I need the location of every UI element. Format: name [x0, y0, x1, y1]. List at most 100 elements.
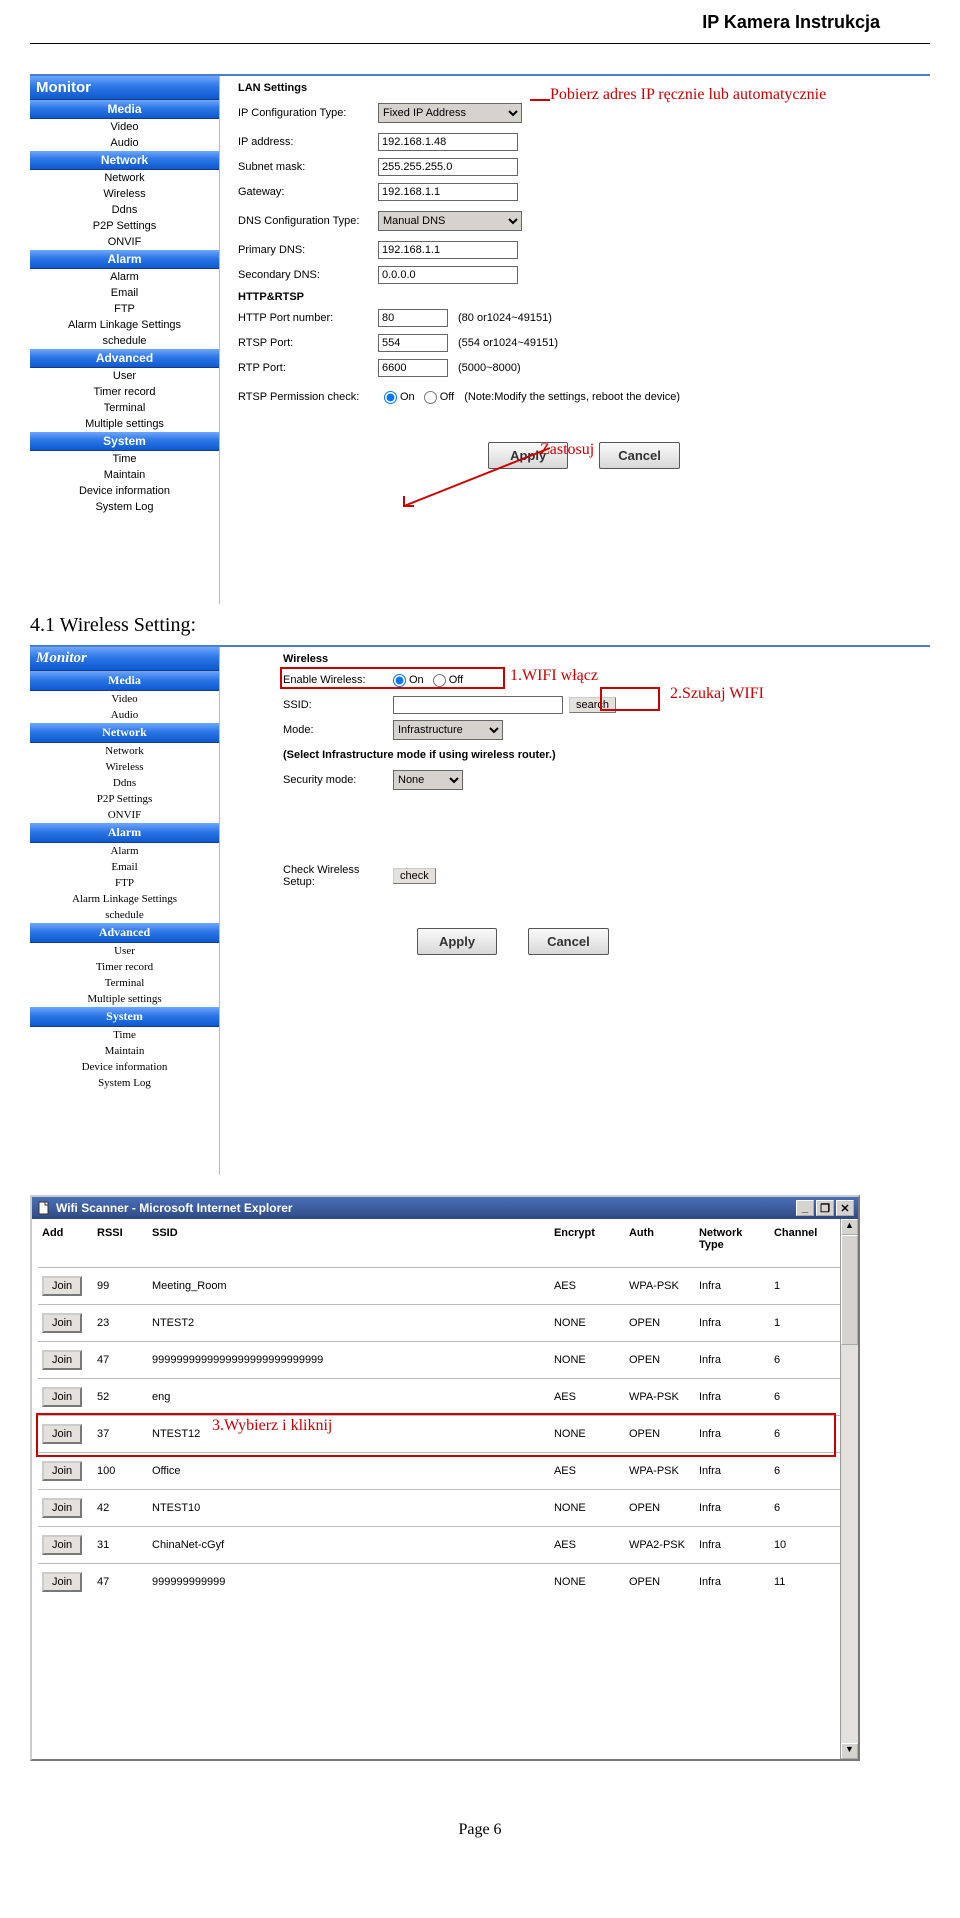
sidebar-item-systemlog[interactable]: System Log [30, 499, 219, 515]
sidebar-item-alarm[interactable]: Alarm [30, 843, 219, 859]
sidebar-item-alarmlinkage[interactable]: Alarm Linkage Settings [30, 317, 219, 333]
join-button[interactable]: Join [42, 1350, 82, 1370]
cell-nettype: Infra [695, 1453, 770, 1490]
sidebar-item-email[interactable]: Email [30, 285, 219, 301]
table-row: Join479999999999999999999999999999NONEOP… [38, 1342, 840, 1379]
sidebar-item-p2p[interactable]: P2P Settings [30, 218, 219, 234]
cell-rssi: 42 [93, 1490, 148, 1527]
cell-nettype: Infra [695, 1305, 770, 1342]
table-row: Join23NTEST2NONEOPENInfra1 [38, 1305, 840, 1342]
sidebar-head-alarm: Alarm [30, 823, 219, 843]
wireless-on-radio[interactable] [393, 674, 406, 687]
sidebar-item-user[interactable]: User [30, 368, 219, 384]
cell-encrypt: AES [550, 1527, 625, 1564]
enable-wireless-label: Enable Wireless: [283, 674, 393, 686]
sidebar-item-network[interactable]: Network [30, 170, 219, 186]
join-button[interactable]: Join [42, 1535, 82, 1555]
sidebar-item-deviceinfo[interactable]: Device information [30, 483, 219, 499]
sidebar-item-multiple[interactable]: Multiple settings [30, 991, 219, 1007]
cell-encrypt: AES [550, 1268, 625, 1305]
divider [30, 43, 930, 44]
gateway-label: Gateway: [238, 186, 378, 198]
rtsp-port-input[interactable] [378, 334, 448, 352]
ssid-input[interactable] [393, 696, 563, 714]
scroll-down-button[interactable]: ▼ [841, 1743, 858, 1759]
ip-address-label: IP address: [238, 136, 378, 148]
check-button[interactable]: check [393, 868, 436, 884]
join-button[interactable]: Join [42, 1461, 82, 1481]
join-button[interactable]: Join [42, 1498, 82, 1518]
sidebar-item-p2p[interactable]: P2P Settings [30, 791, 219, 807]
table-row: Join37NTEST12NONEOPENInfra6 [38, 1416, 840, 1453]
secondary-dns-input[interactable] [378, 266, 518, 284]
sidebar-item-video[interactable]: Video [30, 119, 219, 135]
gateway-input[interactable] [378, 183, 518, 201]
sidebar-item-ddns[interactable]: Ddns [30, 202, 219, 218]
sidebar: Monitor Media Video Audio Network Networ… [30, 647, 220, 1175]
cell-encrypt: NONE [550, 1342, 625, 1379]
sidebar-item-video[interactable]: Video [30, 691, 219, 707]
primary-dns-input[interactable] [378, 241, 518, 259]
cell-auth: OPEN [625, 1342, 695, 1379]
join-button[interactable]: Join [42, 1313, 82, 1333]
close-button[interactable]: ✕ [836, 1200, 854, 1216]
http-port-input[interactable] [378, 309, 448, 327]
wireless-off-radio[interactable] [433, 674, 446, 687]
scroll-thumb[interactable] [841, 1235, 858, 1345]
sidebar-item-schedule[interactable]: schedule [30, 907, 219, 923]
rtsp-perm-on-radio[interactable] [384, 391, 397, 404]
sidebar-item-network[interactable]: Network [30, 743, 219, 759]
sidebar-item-multiple[interactable]: Multiple settings [30, 416, 219, 432]
rtp-port-input[interactable] [378, 359, 448, 377]
sidebar-item-ftp[interactable]: FTP [30, 301, 219, 317]
sidebar-item-alarm[interactable]: Alarm [30, 269, 219, 285]
sidebar-title: Monitor [30, 647, 219, 671]
sidebar-item-alarmlinkage[interactable]: Alarm Linkage Settings [30, 891, 219, 907]
sidebar-item-terminal[interactable]: Terminal [30, 975, 219, 991]
sidebar-item-ddns[interactable]: Ddns [30, 775, 219, 791]
cell-rssi: 99 [93, 1268, 148, 1305]
sidebar-item-timerrecord[interactable]: Timer record [30, 384, 219, 400]
mode-select[interactable]: Infrastructure [393, 720, 503, 740]
sidebar-item-wireless[interactable]: Wireless [30, 186, 219, 202]
sidebar-item-onvif[interactable]: ONVIF [30, 234, 219, 250]
cell-ssid: NTEST10 [148, 1490, 550, 1527]
on-label: On [409, 674, 424, 686]
sidebar-item-terminal[interactable]: Terminal [30, 400, 219, 416]
sidebar-item-onvif[interactable]: ONVIF [30, 807, 219, 823]
sidebar-item-user[interactable]: User [30, 943, 219, 959]
join-button[interactable]: Join [42, 1387, 82, 1407]
join-button[interactable]: Join [42, 1572, 82, 1592]
sidebar-item-maintain[interactable]: Maintain [30, 467, 219, 483]
vertical-scrollbar[interactable]: ▲ ▼ [840, 1219, 858, 1759]
sidebar-item-ftp[interactable]: FTP [30, 875, 219, 891]
dns-config-select[interactable]: Manual DNS [378, 211, 522, 231]
sidebar-item-time[interactable]: Time [30, 1027, 219, 1043]
cancel-button[interactable]: Cancel [528, 928, 609, 955]
cell-auth: WPA-PSK [625, 1268, 695, 1305]
sidebar-item-time[interactable]: Time [30, 451, 219, 467]
sidebar-item-deviceinfo[interactable]: Device information [30, 1059, 219, 1075]
join-button[interactable]: Join [42, 1424, 82, 1444]
subnet-input[interactable] [378, 158, 518, 176]
sidebar-item-email[interactable]: Email [30, 859, 219, 875]
sidebar-item-systemlog[interactable]: System Log [30, 1075, 219, 1091]
ip-address-input[interactable] [378, 133, 518, 151]
sidebar-item-timerrecord[interactable]: Timer record [30, 959, 219, 975]
search-button[interactable]: search [569, 697, 616, 713]
join-button[interactable]: Join [42, 1276, 82, 1296]
ip-config-select[interactable]: Fixed IP Address [378, 103, 522, 123]
sidebar-item-audio[interactable]: Audio [30, 707, 219, 723]
apply-button[interactable]: Apply [417, 928, 497, 955]
sidebar-item-wireless[interactable]: Wireless [30, 759, 219, 775]
maximize-button[interactable]: ❐ [816, 1200, 834, 1216]
scroll-up-button[interactable]: ▲ [841, 1219, 858, 1235]
cell-encrypt: NONE [550, 1490, 625, 1527]
security-select[interactable]: None [393, 770, 463, 790]
sidebar-item-maintain[interactable]: Maintain [30, 1043, 219, 1059]
rtsp-perm-off-radio[interactable] [424, 391, 437, 404]
cancel-button[interactable]: Cancel [599, 442, 680, 469]
minimize-button[interactable]: _ [796, 1200, 814, 1216]
sidebar-item-schedule[interactable]: schedule [30, 333, 219, 349]
sidebar-item-audio[interactable]: Audio [30, 135, 219, 151]
